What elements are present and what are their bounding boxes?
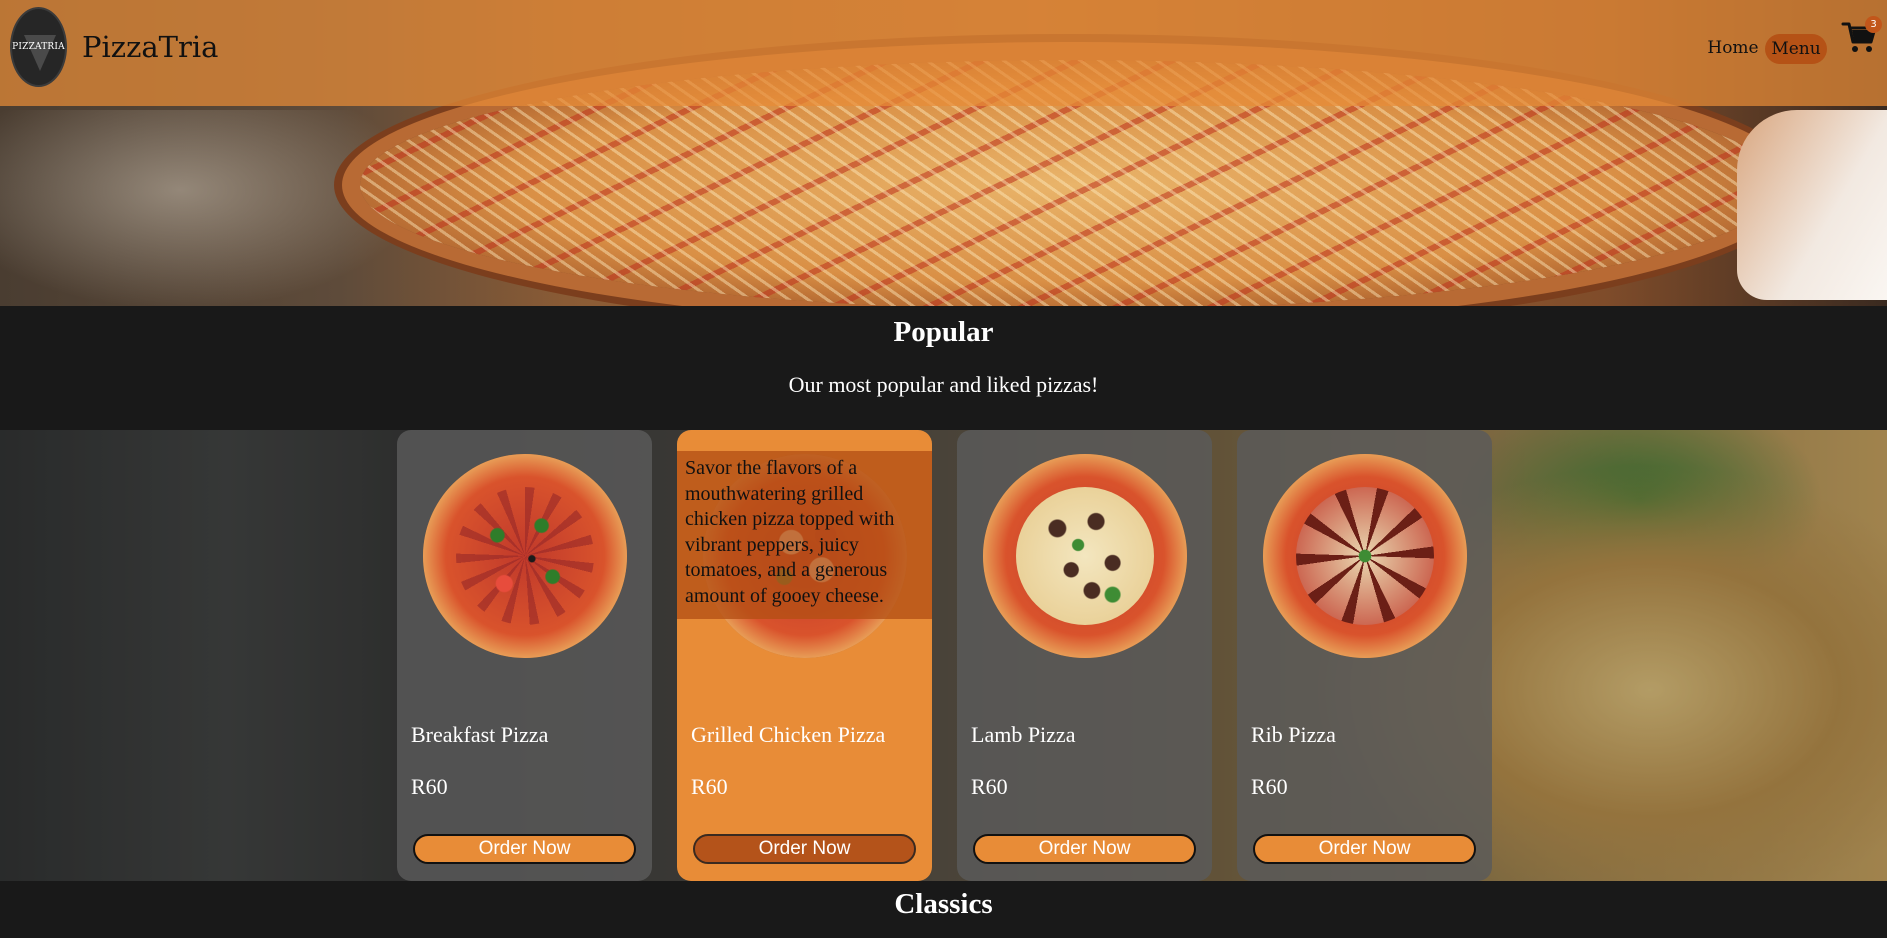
lamb-pizza-image (983, 454, 1187, 658)
card-price: R60 (971, 774, 1008, 799)
card-price: R60 (691, 774, 728, 799)
brand-name[interactable]: PizzaTria (82, 30, 218, 64)
cart-button[interactable]: 3 (1841, 16, 1882, 58)
hero-flour (0, 110, 420, 306)
pizza-card-grilled-chicken[interactable]: Savor the flavors of a mouthwatering gri… (677, 430, 932, 881)
card-title: Rib Pizza (1251, 722, 1336, 747)
nav-menu-link[interactable]: Menu (1765, 34, 1827, 64)
card-title: Grilled Chicken Pizza (691, 722, 886, 747)
nav-home-link[interactable]: Home (1703, 38, 1763, 58)
pizza-card-rib[interactable]: Rib Pizza R60 Order Now (1237, 430, 1492, 881)
card-title: Lamb Pizza (971, 722, 1076, 747)
cart-count-badge: 3 (1865, 16, 1882, 33)
card-price: R60 (411, 774, 448, 799)
logo[interactable]: PIZZATRIA (10, 7, 67, 87)
pizza-card-breakfast[interactable]: Breakfast Pizza R60 Order Now (397, 430, 652, 881)
breakfast-pizza-image (423, 454, 627, 658)
logo-text: PIZZATRIA (12, 42, 65, 52)
card-description: Savor the flavors of a mouthwatering gri… (677, 451, 932, 619)
popular-section-subtitle: Our most popular and liked pizzas! (788, 372, 1099, 397)
card-title: Breakfast Pizza (411, 722, 549, 747)
logo-triangle-icon (24, 35, 56, 71)
card-price: R60 (1251, 774, 1288, 799)
hero-hand (1737, 110, 1887, 300)
site-header: PIZZATRIA PizzaTria (0, 0, 1887, 106)
pizza-card-lamb[interactable]: Lamb Pizza R60 Order Now (957, 430, 1212, 881)
popular-section-title: Popular (893, 316, 994, 348)
order-now-button[interactable]: Order Now (1253, 834, 1476, 864)
classics-section-title: Classics (894, 888, 993, 920)
order-now-button[interactable]: Order Now (693, 834, 916, 864)
rib-pizza-image (1263, 454, 1467, 658)
order-now-button[interactable]: Order Now (413, 834, 636, 864)
popular-band-background (0, 430, 1887, 881)
order-now-button[interactable]: Order Now (973, 834, 1196, 864)
